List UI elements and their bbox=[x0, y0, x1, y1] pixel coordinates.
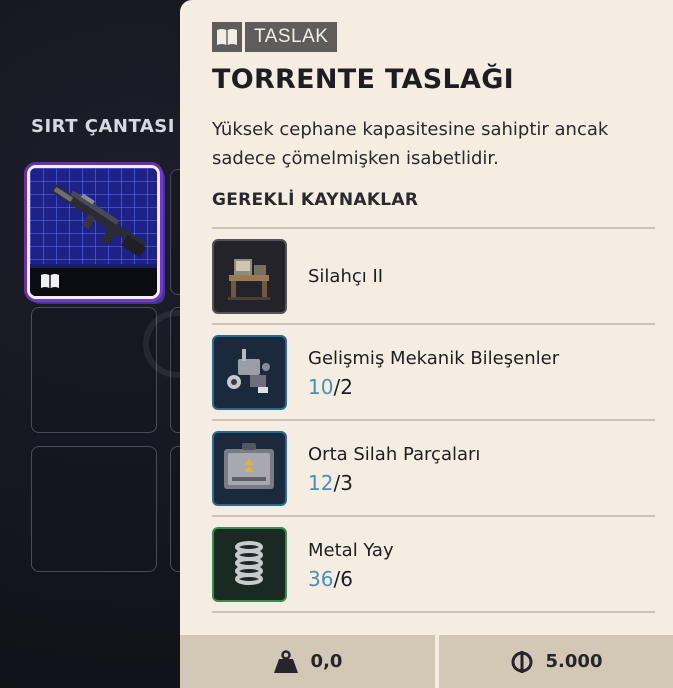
requirement-quantity: 12/3 bbox=[308, 471, 353, 495]
inventory-slot-selected[interactable] bbox=[27, 165, 160, 299]
backpack-section-title: SIRT ÇANTASI bbox=[31, 116, 175, 137]
workbench-icon bbox=[212, 239, 287, 314]
requirement-name: Metal Yay bbox=[308, 540, 394, 561]
rifle-icon bbox=[51, 184, 146, 258]
divider bbox=[212, 323, 655, 325]
requirement-row: Orta Silah Parçaları 12/3 bbox=[212, 431, 655, 511]
requirement-quantity: 36/6 bbox=[308, 567, 353, 591]
quantity-have: 10 bbox=[308, 375, 334, 399]
requirements-title: GEREKLİ KAYNAKLAR bbox=[212, 190, 419, 210]
item-type-label: TASLAK bbox=[245, 22, 338, 52]
mechanical-parts-icon bbox=[212, 335, 287, 410]
requirement-name: Gelişmiş Mekanik Bileşenler bbox=[308, 348, 560, 369]
divider bbox=[212, 611, 655, 613]
quantity-have: 36 bbox=[308, 567, 334, 591]
price-display: 5.000 bbox=[439, 635, 673, 688]
weapon-parts-case-icon bbox=[212, 431, 287, 506]
item-detail-panel: TASLAK TORRENTE TASLAĞI Yüksek cephane k… bbox=[180, 0, 673, 688]
item-title: TORRENTE TASLAĞI bbox=[212, 64, 515, 95]
quantity-need: 2 bbox=[340, 375, 353, 399]
requirement-row: Gelişmiş Mekanik Bileşenler 10/2 bbox=[212, 335, 655, 415]
weight-value: 0,0 bbox=[310, 651, 343, 672]
weight-icon bbox=[273, 649, 298, 673]
item-description: Yüksek cephane kapasitesine sahiptir anc… bbox=[212, 119, 609, 169]
quantity-need: 3 bbox=[340, 471, 353, 495]
weight-display: 0,0 bbox=[180, 635, 435, 688]
requirement-name: Silahçı II bbox=[308, 266, 384, 287]
requirement-row: Silahçı II bbox=[212, 239, 655, 319]
book-icon bbox=[212, 22, 242, 52]
quantity-need: 6 bbox=[340, 567, 353, 591]
divider bbox=[212, 515, 655, 517]
requirement-name: Orta Silah Parçaları bbox=[308, 444, 481, 465]
divider bbox=[212, 419, 655, 421]
requirement-row: Metal Yay 36/6 bbox=[212, 527, 655, 607]
requirement-quantity: 10/2 bbox=[308, 375, 353, 399]
price-value: 5.000 bbox=[545, 651, 603, 672]
quantity-have: 12 bbox=[308, 471, 334, 495]
spring-icon bbox=[212, 527, 287, 602]
inventory-slot[interactable] bbox=[31, 307, 157, 433]
coin-icon bbox=[511, 650, 533, 673]
inventory-slot[interactable] bbox=[31, 446, 157, 572]
divider bbox=[212, 227, 655, 229]
book-icon bbox=[41, 274, 59, 288]
item-type-tag: TASLAK bbox=[212, 22, 338, 52]
